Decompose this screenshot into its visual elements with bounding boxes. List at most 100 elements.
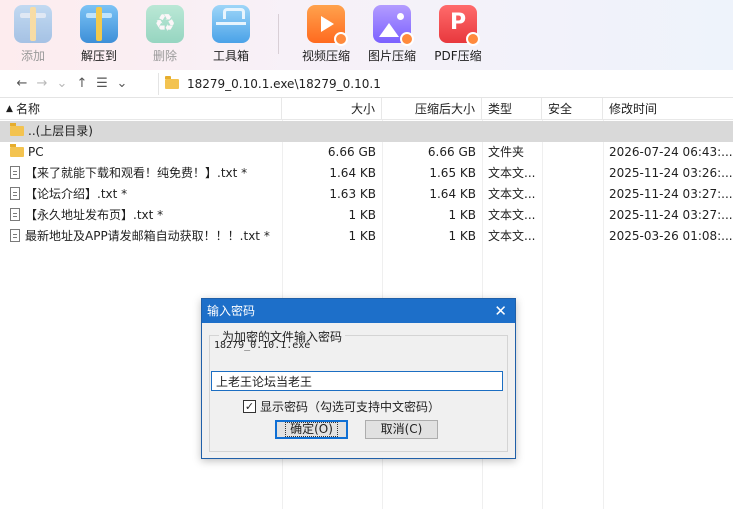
password-input[interactable] — [211, 371, 503, 391]
sort-up-icon: ▲ — [6, 104, 13, 114]
image-compress-icon — [373, 5, 414, 46]
col-size[interactable]: 大小 — [282, 98, 382, 120]
row-size: 1.63 KB — [329, 187, 376, 201]
row-size: 1 KB — [348, 208, 376, 222]
extract-icon — [80, 5, 118, 43]
row-modified: 2025-03-26 01:08:... — [609, 229, 733, 243]
col-type[interactable]: 类型 — [482, 98, 542, 120]
folder-icon — [10, 144, 24, 157]
row-name-text: 【永久地址发布页】.txt * — [25, 208, 164, 222]
row-size: 6.66 GB — [327, 145, 376, 159]
row-modified: 2025-11-24 03:26:... — [609, 166, 733, 180]
table-row[interactable]: 最新地址及APP请发邮箱自动获取！！！.txt * 1 KB 1 KB 文本文.… — [0, 226, 733, 247]
pdf-compress-label: PDF压缩 — [434, 49, 482, 63]
table-row[interactable]: PC 6.66 GB 6.66 GB 文件夹 2026-07-24 06:43:… — [0, 142, 733, 163]
row-packed: 1 KB — [448, 208, 476, 222]
table-row[interactable]: ..(上层目录) — [0, 121, 733, 142]
folder-icon — [165, 76, 179, 89]
col-security[interactable]: 安全 — [542, 98, 603, 120]
toolbar-divider — [278, 14, 279, 54]
row-name-text: PC — [28, 145, 44, 159]
text-file-icon — [10, 166, 20, 179]
row-type: 文件夹 — [488, 145, 525, 159]
toolbox-button[interactable]: 工具箱 — [198, 0, 264, 70]
row-type: 文本文... — [488, 229, 536, 243]
pdf-compress-icon — [439, 5, 480, 46]
row-modified: 2026-07-24 06:43:... — [609, 145, 733, 159]
image-compress-label: 图片压缩 — [367, 49, 416, 63]
col-packed[interactable]: 压缩后大小 — [382, 98, 482, 120]
cancel-label: 取消(C) — [380, 422, 423, 436]
row-name: ..(上层目录) — [4, 121, 282, 142]
folder-icon — [10, 123, 24, 136]
text-file-icon — [10, 229, 20, 242]
row-type: 文本文... — [488, 166, 536, 180]
col-modified[interactable]: 修改时间 — [603, 98, 733, 120]
row-name-text: 【论坛介绍】.txt * — [25, 187, 128, 201]
row-packed: 6.66 GB — [427, 145, 476, 159]
row-packed: 1.64 KB — [429, 187, 476, 201]
toolbar: 添加 解压到 删除 工具箱 视频压缩 图片压缩 PDF压缩 — [0, 0, 733, 70]
delete-label: 删除 — [152, 49, 177, 63]
row-size: 1 KB — [348, 229, 376, 243]
row-packed: 1 KB — [448, 229, 476, 243]
up-arrow-icon[interactable]: ↑ — [72, 73, 92, 95]
recycle-delete-icon — [146, 5, 184, 43]
view-chevron-down-icon[interactable]: ⌄ — [112, 73, 132, 95]
text-file-icon — [10, 208, 20, 221]
table-row[interactable]: 【论坛介绍】.txt * 1.63 KB 1.64 KB 文本文... 2025… — [0, 184, 733, 205]
cancel-button[interactable]: 取消(C) — [365, 420, 438, 439]
table-row[interactable]: 【永久地址发布页】.txt * 1 KB 1 KB 文本文... 2025-11… — [0, 205, 733, 226]
row-name: 最新地址及APP请发邮箱自动获取！！！.txt * — [4, 226, 282, 247]
path-field[interactable]: 18279_0.10.1.exe\18279_0.10.1 — [158, 73, 733, 95]
table-row[interactable]: 【来了就能下载和观看！纯免费！】.txt * 1.64 KB 1.65 KB 文… — [0, 163, 733, 184]
archive-add-icon — [14, 5, 52, 43]
address-bar: ← → ⌄ ↑ ☰ ⌄ 18279_0.10.1.exe\18279_0.10.… — [0, 70, 733, 98]
column-header: ▲ 名称 大小 压缩后大小 类型 安全 修改时间 — [0, 98, 733, 120]
password-group: 为加密的文件输入密码 18279_0.10.1.exe — [209, 328, 508, 452]
row-type: 文本文... — [488, 187, 536, 201]
image-compress-button[interactable]: 图片压缩 — [359, 0, 425, 70]
view-list-icon[interactable]: ☰ — [92, 73, 112, 95]
row-name-text: ..(上层目录) — [28, 124, 93, 138]
badge-icon — [466, 32, 480, 46]
show-password-label: 显示密码（勾选可支持中文密码） — [260, 400, 441, 414]
show-password-checkbox[interactable]: ✓ — [243, 400, 256, 413]
text-file-icon — [10, 187, 20, 200]
dialog-title: 输入密码 — [207, 304, 256, 318]
delete-button[interactable]: 删除 — [132, 0, 198, 70]
show-password-row[interactable]: ✓ 显示密码（勾选可支持中文密码） — [243, 398, 440, 415]
close-icon[interactable]: ✕ — [494, 299, 507, 323]
ok-button[interactable]: 确定(O) — [275, 420, 348, 439]
toolbox-icon — [212, 5, 250, 43]
chevron-down-icon[interactable]: ⌄ — [52, 73, 72, 95]
add-label: 添加 — [20, 49, 45, 63]
add-button[interactable]: 添加 — [0, 0, 66, 70]
row-name: 【论坛介绍】.txt * — [4, 184, 282, 205]
ok-label: 确定(O) — [285, 422, 338, 437]
row-size: 1.64 KB — [329, 166, 376, 180]
path-text: 18279_0.10.1.exe\18279_0.10.1 — [187, 77, 381, 91]
video-compress-button[interactable]: 视频压缩 — [293, 0, 359, 70]
row-name: 【永久地址发布页】.txt * — [4, 205, 282, 226]
video-compress-icon — [307, 5, 348, 46]
col-name-label: 名称 — [16, 102, 41, 116]
row-name-text: 最新地址及APP请发邮箱自动获取！！！.txt * — [25, 229, 270, 243]
row-type: 文本文... — [488, 208, 536, 222]
row-name-text: 【来了就能下载和观看！纯免费！】.txt * — [25, 166, 248, 180]
archive-filename: 18279_0.10.1.exe — [214, 340, 311, 351]
video-compress-label: 视频压缩 — [301, 49, 350, 63]
forward-arrow-icon[interactable]: → — [32, 73, 52, 95]
row-modified: 2025-11-24 03:27:... — [609, 187, 733, 201]
extract-to-button[interactable]: 解压到 — [66, 0, 132, 70]
badge-icon — [334, 32, 348, 46]
row-name: PC — [4, 142, 282, 163]
extract-label: 解压到 — [80, 49, 117, 63]
toolbox-label: 工具箱 — [212, 49, 249, 63]
col-name[interactable]: ▲ 名称 — [0, 98, 282, 120]
row-name: 【来了就能下载和观看！纯免费！】.txt * — [4, 163, 282, 184]
badge-icon — [400, 32, 414, 46]
dialog-title-bar: 输入密码 ✕ — [202, 299, 515, 323]
pdf-compress-button[interactable]: PDF压缩 — [425, 0, 491, 70]
back-arrow-icon[interactable]: ← — [12, 73, 32, 95]
